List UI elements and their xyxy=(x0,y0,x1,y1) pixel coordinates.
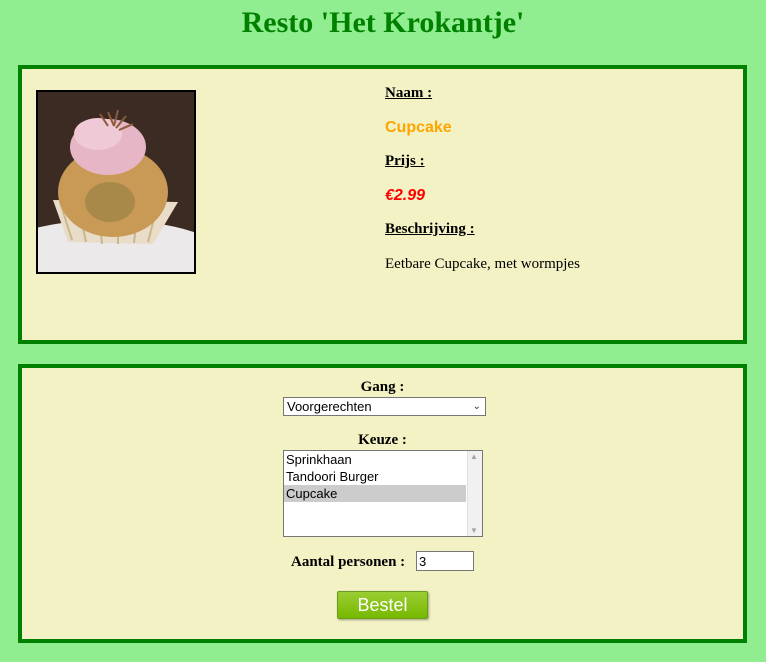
order-form-panel: Gang : Voorgerechten ⌄ Keuze : Sprinkhaa… xyxy=(18,364,747,643)
chevron-down-icon: ⌄ xyxy=(472,401,481,412)
persons-input[interactable] xyxy=(416,551,474,571)
product-name: Cupcake xyxy=(385,119,452,136)
scroll-up-icon[interactable]: ▲ xyxy=(470,452,478,461)
persons-row: Aantal personen : xyxy=(291,551,474,571)
gang-select-value: Voorgerechten xyxy=(287,399,372,414)
price-label: Prijs : xyxy=(385,153,425,169)
name-label: Naam : xyxy=(385,85,433,101)
description-label: Beschrijving : xyxy=(385,221,475,237)
keuze-option-sprinkhaan[interactable]: Sprinkhaan xyxy=(284,451,466,468)
gang-label: Gang : xyxy=(360,379,405,395)
gang-select[interactable]: Voorgerechten ⌄ xyxy=(283,397,486,416)
page-title: Resto 'Het Krokantje' xyxy=(241,6,525,39)
keuze-option-cupcake[interactable]: Cupcake xyxy=(284,485,466,502)
persons-label: Aantal personen : xyxy=(291,554,406,570)
product-price: €2.99 xyxy=(385,187,426,204)
product-detail-panel: Naam : Cupcake Prijs : €2.99 Beschrijvin… xyxy=(18,65,747,344)
cupcake-photo xyxy=(36,90,196,274)
listbox-scrollbar[interactable]: ▲ ▼ xyxy=(467,451,482,536)
keuze-listbox[interactable]: Sprinkhaan Tandoori Burger Cupcake ▲ ▼ xyxy=(283,450,483,537)
scroll-down-icon[interactable]: ▼ xyxy=(470,526,478,535)
keuze-label: Keuze : xyxy=(358,432,407,448)
keuze-option-tandoori-burger[interactable]: Tandoori Burger xyxy=(284,468,466,485)
bestel-button[interactable]: Bestel xyxy=(337,591,428,619)
product-description: Eetbare Cupcake, met wormpjes xyxy=(385,256,580,272)
